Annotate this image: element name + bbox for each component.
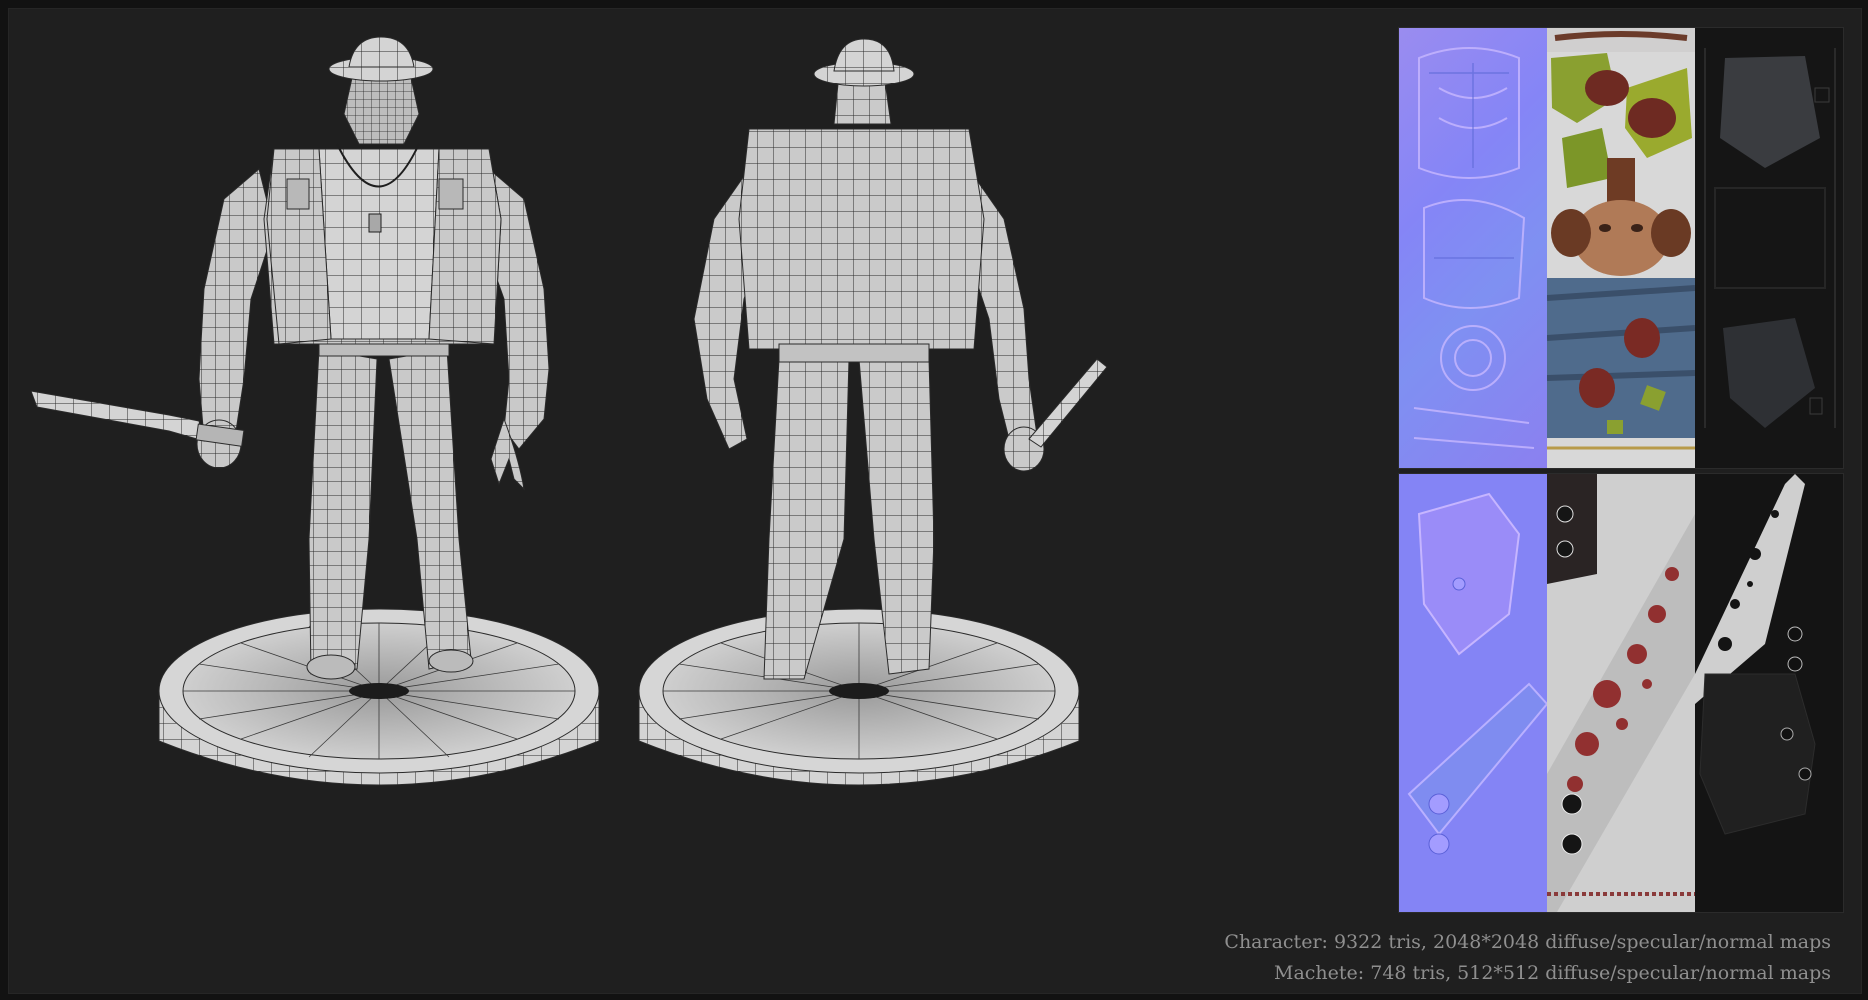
machete-normal-map xyxy=(1399,474,1549,912)
front-torso xyxy=(263,143,502,357)
back-wireframe-svg xyxy=(638,38,1108,786)
back-machete xyxy=(1028,358,1108,448)
front-wireframe-svg xyxy=(30,36,600,786)
back-head xyxy=(813,38,915,125)
character-normal-map xyxy=(1399,28,1547,468)
machete-stats-caption: Machete: 748 tris, 512*512 diffuse/specu… xyxy=(1274,962,1831,984)
machete-specular-map-detail xyxy=(1695,474,1816,835)
front-head xyxy=(328,36,434,145)
portfolio-frame: Character: 9322 tris, 2048*2048 diffuse/… xyxy=(8,8,1862,994)
machete-normal-map-detail xyxy=(1407,492,1549,855)
character-specular-map xyxy=(1695,28,1843,468)
back-pedestal xyxy=(638,608,1080,786)
front-pedestal xyxy=(158,608,600,786)
character-specular-map-detail xyxy=(1704,48,1836,428)
character-diffuse-map-detail xyxy=(1546,28,1696,450)
character-stats-caption: Character: 9322 tris, 2048*2048 diffuse/… xyxy=(1224,931,1831,953)
character-diffuse-map xyxy=(1546,28,1696,468)
machete-texture-sheet xyxy=(1398,473,1844,913)
back-torso xyxy=(738,128,985,363)
character-texture-sheet xyxy=(1398,27,1844,469)
machete-diffuse-map xyxy=(1547,474,1695,912)
machete-diffuse-map-detail xyxy=(1547,474,1695,912)
front-wireframe-view xyxy=(19,19,709,919)
back-wireframe-view xyxy=(629,19,1329,919)
machete-specular-map xyxy=(1695,474,1843,912)
character-normal-map-detail xyxy=(1413,47,1535,449)
